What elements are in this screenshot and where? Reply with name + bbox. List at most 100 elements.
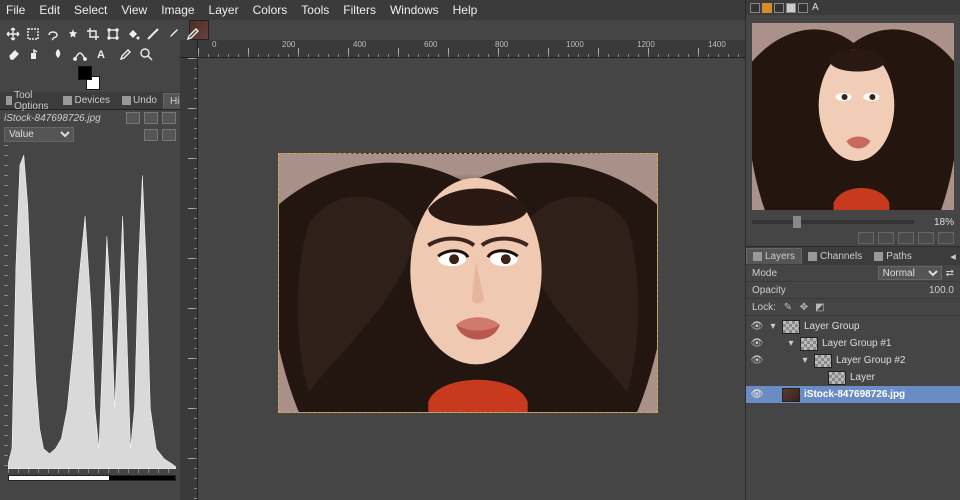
move-tool-icon[interactable]	[6, 26, 20, 42]
histogram-scale-linear[interactable]	[144, 129, 158, 141]
menu-layer[interactable]: Layer	[209, 3, 239, 17]
ruler-h-mark: 600	[424, 40, 437, 49]
eraser-tool-icon[interactable]	[6, 46, 22, 62]
fg-bg-color-swatch[interactable]	[78, 66, 106, 90]
rd-icon-4[interactable]	[786, 3, 796, 13]
layer-mode-row: Mode Normal ⇄	[746, 265, 960, 282]
menu-colors[interactable]: Colors	[253, 3, 288, 17]
right-dock-iconbar: A	[746, 0, 960, 15]
visibility-toggle-icon[interactable]: 👁	[750, 355, 764, 366]
expander-icon[interactable]: ▾	[786, 338, 796, 349]
smudge-tool-icon[interactable]	[50, 46, 66, 62]
zoom-slider-row: 18%	[746, 212, 960, 232]
zoom-100-button[interactable]	[918, 232, 934, 244]
zoom-in-button[interactable]	[878, 232, 894, 244]
menu-select[interactable]: Select	[74, 3, 107, 17]
layer-lock-row: Lock: ✎ ✥ ◩	[746, 299, 960, 316]
lock-position-icon[interactable]: ✥	[798, 301, 810, 313]
visibility-toggle-icon[interactable]: 👁	[750, 389, 764, 400]
layer-thumbnail	[782, 320, 800, 334]
devices-icon	[63, 96, 72, 105]
menu-image[interactable]: Image	[161, 3, 194, 17]
ruler-h-mark: 1400	[708, 40, 726, 49]
layer-name: Layer Group #2	[836, 355, 906, 366]
zoom-slider[interactable]	[752, 220, 914, 224]
histogram-range-slider[interactable]	[8, 475, 176, 481]
foreground-color-swatch[interactable]	[78, 66, 92, 80]
layer-item-group-0[interactable]: 👁 ▾ Layer Group	[746, 318, 960, 335]
visibility-toggle-icon[interactable]: 👁	[750, 321, 764, 332]
layer-item-group-2[interactable]: 👁 ▾ Layer Group #2	[746, 352, 960, 369]
rd-icon-5[interactable]	[798, 3, 808, 13]
histogram-filename-row: iStock-847698726.jpg	[0, 110, 180, 126]
rect-select-tool-icon[interactable]	[26, 26, 40, 42]
menu-view[interactable]: View	[121, 3, 147, 17]
menu-file[interactable]: File	[6, 3, 25, 17]
canvas[interactable]	[198, 58, 745, 500]
transform-tool-icon[interactable]	[106, 26, 120, 42]
clone-tool-icon[interactable]	[28, 46, 44, 62]
free-select-tool-icon[interactable]	[46, 26, 60, 42]
gradient-tool-icon[interactable]	[146, 26, 160, 42]
layer-thumbnail	[800, 337, 818, 351]
tab-devices[interactable]: Devices	[57, 93, 116, 108]
menu-tools[interactable]: Tools	[301, 3, 329, 17]
menu-filters[interactable]: Filters	[343, 3, 376, 17]
ruler-h-mark: 800	[495, 40, 508, 49]
rd-icon-1[interactable]	[750, 3, 760, 13]
expander-icon[interactable]: ▾	[768, 321, 778, 332]
tab-channels[interactable]: Channels	[802, 249, 868, 264]
path-tool-icon[interactable]	[72, 46, 88, 62]
zoom-buttons	[746, 232, 960, 246]
zoom-slider-thumb[interactable]	[793, 216, 801, 228]
zoom-out-button[interactable]	[858, 232, 874, 244]
tab-devices-label: Devices	[74, 95, 110, 106]
histogram-btn-c[interactable]	[162, 112, 176, 124]
layer-mode-select[interactable]: Normal	[878, 266, 942, 280]
paintbrush-tool-icon[interactable]	[166, 26, 180, 42]
tab-tool-options[interactable]: Tool Options	[0, 88, 57, 114]
menu-edit[interactable]: Edit	[39, 3, 60, 17]
navigation-preview[interactable]	[752, 23, 954, 210]
layer-lock-label: Lock:	[752, 302, 776, 313]
crop-tool-icon[interactable]	[86, 26, 100, 42]
lock-alpha-icon[interactable]: ◩	[814, 301, 826, 313]
histogram-channel-select[interactable]: Value	[4, 127, 74, 142]
channels-icon	[808, 252, 817, 261]
layer-opacity-value[interactable]: 100.0	[929, 285, 954, 296]
tab-undo-label: Undo	[133, 95, 157, 106]
histogram-btn-a[interactable]	[126, 112, 140, 124]
undo-icon	[122, 96, 131, 105]
layers-dock-menu[interactable]: ◂	[946, 250, 960, 263]
layer-item-group-1[interactable]: 👁 ▾ Layer Group #1	[746, 335, 960, 352]
zoom-reset-button[interactable]	[938, 232, 954, 244]
rd-icon-3[interactable]	[774, 3, 784, 13]
layer-item-layer[interactable]: Layer	[746, 369, 960, 386]
lock-pixels-icon[interactable]: ✎	[782, 301, 794, 313]
bucket-fill-tool-icon[interactable]	[126, 26, 140, 42]
menu-windows[interactable]: Windows	[390, 3, 439, 17]
rd-icon-text[interactable]: A	[812, 2, 819, 13]
expander-icon[interactable]: ▾	[800, 355, 810, 366]
ruler-horizontal[interactable]: 0 200 400 600 800 1000 1200 1400	[198, 40, 745, 58]
zoom-fit-button[interactable]	[898, 232, 914, 244]
layer-item-image[interactable]: 👁 iStock-847698726.jpg	[746, 386, 960, 403]
visibility-toggle-icon[interactable]: 👁	[750, 338, 764, 349]
zoom-tool-icon[interactable]	[138, 46, 154, 62]
text-tool-icon[interactable]: A	[94, 46, 110, 62]
layer-thumbnail	[814, 354, 832, 368]
canvas-image[interactable]	[278, 153, 658, 413]
tab-undo[interactable]: Undo	[116, 93, 163, 108]
ruler-corner[interactable]	[180, 40, 198, 58]
tab-layers[interactable]: Layers	[746, 248, 802, 264]
tab-paths[interactable]: Paths	[868, 249, 918, 264]
layer-mode-switch-icon[interactable]: ⇄	[946, 268, 954, 279]
menu-help[interactable]: Help	[453, 3, 478, 17]
layer-name: iStock-847698726.jpg	[804, 389, 905, 400]
rd-icon-2[interactable]	[762, 3, 772, 13]
histogram-btn-b[interactable]	[144, 112, 158, 124]
fuzzy-select-tool-icon[interactable]	[66, 26, 80, 42]
histogram-scale-log[interactable]	[162, 129, 176, 141]
ruler-vertical[interactable]	[180, 58, 198, 500]
color-picker-tool-icon[interactable]	[116, 46, 132, 62]
